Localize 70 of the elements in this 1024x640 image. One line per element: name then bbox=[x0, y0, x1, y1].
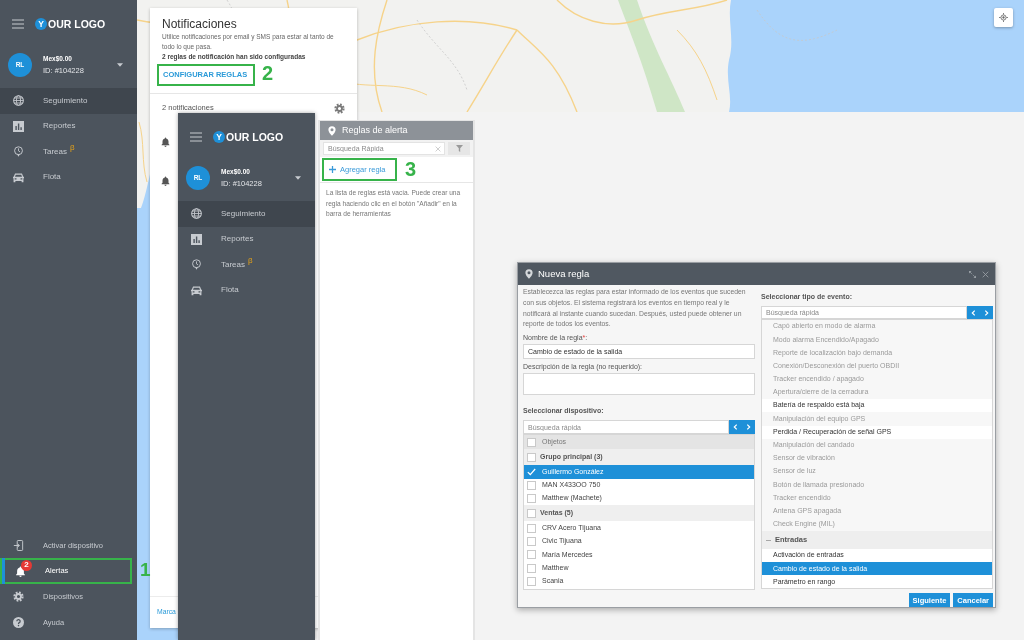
device-login-icon bbox=[13, 539, 24, 551]
nav-item[interactable]: Seguimiento bbox=[178, 201, 315, 227]
menu-icon[interactable] bbox=[12, 19, 24, 29]
checkbox[interactable] bbox=[527, 563, 536, 573]
checkbox[interactable] bbox=[527, 480, 536, 490]
caret-icon[interactable] bbox=[117, 63, 123, 67]
next-page-button[interactable] bbox=[742, 420, 755, 435]
globe-icon bbox=[13, 95, 24, 107]
bar-chart-icon bbox=[191, 233, 202, 245]
locate-button[interactable] bbox=[994, 8, 1013, 27]
annotation-number: 3 bbox=[405, 159, 417, 179]
dialog-title: Nueva regla bbox=[538, 266, 590, 281]
car-icon bbox=[13, 171, 24, 183]
bell-icon bbox=[161, 175, 170, 186]
help-icon bbox=[13, 616, 24, 628]
chevron-right-icon bbox=[746, 424, 751, 431]
annotation-number: 1 bbox=[140, 560, 151, 579]
checkmark-icon[interactable] bbox=[527, 467, 536, 476]
checkbox[interactable] bbox=[527, 452, 536, 462]
pin-icon bbox=[328, 125, 336, 136]
panel-title: Notificaciones bbox=[162, 17, 238, 32]
settings-icon[interactable] bbox=[334, 102, 345, 114]
checkbox[interactable] bbox=[527, 577, 536, 587]
checkbox[interactable] bbox=[527, 523, 536, 533]
logo-text: OUR LOGO bbox=[48, 18, 106, 30]
car-icon bbox=[191, 284, 202, 296]
beta-label: β bbox=[70, 143, 75, 152]
next-page-button[interactable] bbox=[980, 306, 993, 319]
nav-item[interactable]: Tareas β bbox=[0, 139, 137, 165]
checkbox[interactable] bbox=[527, 508, 536, 518]
nav-item[interactable]: Reportes bbox=[178, 226, 315, 252]
nav-item[interactable]: Seguimiento bbox=[0, 88, 137, 114]
nav-item[interactable]: Tareas β bbox=[178, 252, 315, 278]
notification-badge: 2 bbox=[21, 559, 32, 571]
textarea-field[interactable] bbox=[523, 373, 755, 396]
chevron-left-icon bbox=[971, 309, 976, 316]
previous-button[interactable] bbox=[967, 306, 980, 319]
bar-chart-icon bbox=[13, 120, 24, 132]
plus-icon bbox=[329, 166, 336, 173]
checkbox[interactable] bbox=[527, 550, 536, 560]
resize-icon[interactable] bbox=[969, 270, 976, 278]
nav-item[interactable]: Flota bbox=[0, 164, 137, 190]
logo-letter: Y bbox=[35, 18, 47, 30]
caret-icon[interactable] bbox=[295, 176, 301, 180]
nav-item[interactable]: Flota bbox=[178, 277, 315, 303]
checkbox[interactable] bbox=[527, 536, 536, 546]
menu-icon[interactable] bbox=[190, 132, 202, 142]
filter-icon bbox=[455, 145, 463, 152]
chevron-right-icon bbox=[984, 309, 989, 316]
chevron-left-icon bbox=[733, 424, 738, 431]
clear-icon[interactable] bbox=[435, 145, 442, 152]
bell-icon bbox=[161, 136, 170, 147]
beta-label: β bbox=[248, 256, 253, 265]
checkbox[interactable] bbox=[527, 437, 536, 447]
filter-button[interactable] bbox=[448, 142, 470, 155]
collapse-icon[interactable] bbox=[766, 537, 771, 543]
checkbox[interactable] bbox=[527, 494, 536, 504]
locate-icon bbox=[999, 13, 1008, 22]
globe-icon bbox=[191, 208, 202, 220]
clock-pin-icon bbox=[13, 146, 24, 158]
pin-icon bbox=[525, 269, 533, 279]
logo-text: OUR LOGO bbox=[226, 131, 284, 143]
annotation-number: 2 bbox=[262, 63, 274, 83]
panel-title: Reglas de alerta bbox=[342, 123, 408, 137]
gear-icon bbox=[13, 591, 24, 603]
previous-button[interactable] bbox=[729, 420, 742, 435]
clock-pin-icon bbox=[191, 259, 202, 271]
logo-letter: Y bbox=[213, 131, 225, 143]
nav-item[interactable]: Reportes bbox=[0, 113, 137, 139]
close-icon[interactable] bbox=[982, 270, 989, 278]
